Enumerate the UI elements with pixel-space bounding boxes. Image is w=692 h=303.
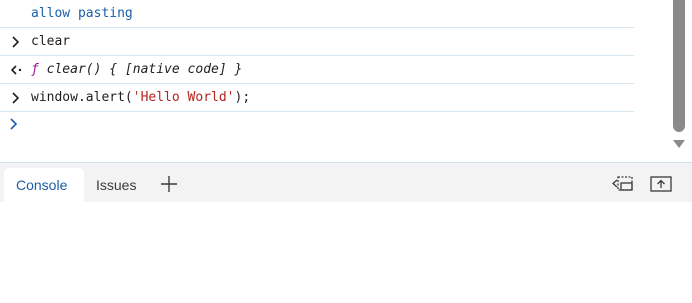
drawer-content [0,202,692,303]
return-arrow-icon [8,56,24,83]
tab-console[interactable]: Console [4,168,84,202]
undock-icon[interactable] [648,173,674,195]
code-suffix: ); [234,90,251,105]
chevron-right-icon [8,84,24,111]
console-prompt[interactable] [0,110,634,137]
chevron-right-icon [8,28,24,55]
code-prefix: window.alert( [31,90,133,105]
console-input-line: window.alert('Hello World'); [0,84,634,112]
console-output: allow pasting clear ƒ clear() { [native … [0,0,692,162]
console-message-text: allow pasting [31,6,133,21]
console-input-text: window.alert('Hello World'); [31,84,250,111]
function-signature: clear() { [native code] } [38,62,243,77]
function-keyword: ƒ [31,62,39,77]
plus-icon[interactable] [158,173,180,195]
chevron-right-icon [6,110,22,137]
scrollbar-thumb[interactable] [673,0,685,132]
scroll-down-arrow-icon[interactable] [673,140,685,148]
dock-side-icon[interactable] [610,173,636,195]
console-message-allow-pasting: allow pasting [0,0,634,28]
drawer-tab-bar: Console Issues [0,162,692,202]
console-output-line: ƒ clear() { [native code] } [0,56,634,84]
console-output-text: ƒ clear() { [native code] } [31,56,242,83]
console-input-text: clear [31,34,71,49]
console-input-line: clear [0,28,634,56]
vertical-scrollbar[interactable] [672,0,686,160]
tab-issues[interactable]: Issues [84,168,150,202]
code-string: 'Hello World' [132,90,235,105]
